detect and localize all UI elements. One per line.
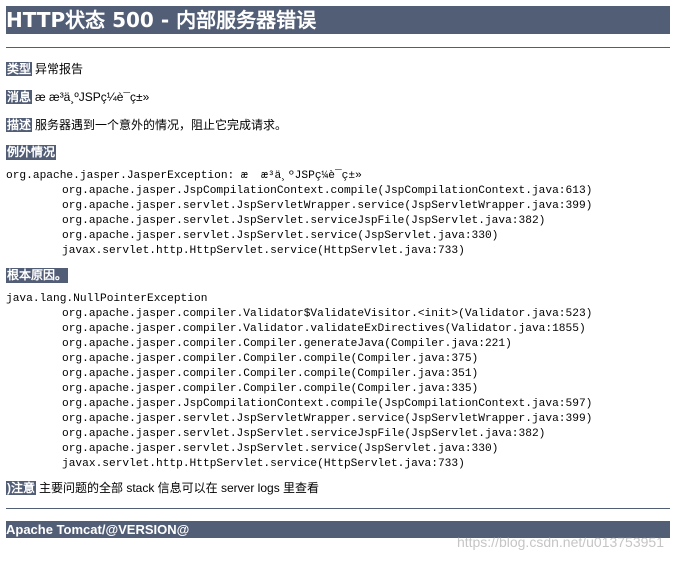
note-row: )注意 主要问题的全部 stack 信息可以在 server logs 里查看: [6, 480, 670, 496]
error-page: HTTP状态 500 - 内部服务器错误 类型 异常报告 消息 æ æ³ä¸ºJSP…: [6, 6, 670, 538]
message-row: 消息 æ æ³ä¸ºJSPç¼è¯ç±»: [6, 89, 670, 105]
exception-frame: org.apache.jasper.JspCompilationContext.…: [62, 185, 593, 197]
page-title: HTTP状态 500 - 内部服务器错误: [6, 6, 670, 34]
root-cause-label: 根本原因。: [6, 268, 69, 283]
type-label: 类型: [6, 62, 33, 76]
root-cause-frame: org.apache.jasper.servlet.JspServlet.ser…: [62, 443, 499, 455]
type-value: 异常报告: [35, 62, 84, 76]
root-cause-frame: org.apache.jasper.compiler.Compiler.comp…: [62, 383, 479, 395]
root-cause-frame: org.apache.jasper.servlet.JspServletWrap…: [62, 413, 593, 425]
note-label: )注意: [6, 481, 36, 495]
root-cause-frame: org.apache.jasper.compiler.Validator$Val…: [62, 308, 593, 320]
root-cause-trace[interactable]: java.lang.NullPointerException org.apache…: [6, 292, 670, 472]
root-cause-frame: org.apache.jasper.compiler.Compiler.gene…: [62, 338, 512, 350]
message-label: 消息: [6, 90, 33, 104]
root-cause-frame: org.apache.jasper.JspCompilationContext.…: [62, 398, 593, 410]
exception-frame: org.apache.jasper.servlet.JspServlet.ser…: [62, 230, 499, 242]
exception-frame: org.apache.jasper.servlet.JspServletWrap…: [62, 200, 593, 212]
root-cause-frame: org.apache.jasper.compiler.Compiler.comp…: [62, 353, 479, 365]
watermark-text: https://blog.csdn.net/u013753951: [456, 534, 664, 550]
exception-frame: javax.servlet.http.HttpServlet.service(H…: [62, 245, 465, 257]
root-cause-frame: org.apache.jasper.servlet.JspServlet.ser…: [62, 428, 546, 440]
root-cause-frame: org.apache.jasper.compiler.Validator.val…: [62, 323, 586, 335]
divider-top: [6, 47, 670, 48]
exception-label: 例外情况: [6, 145, 57, 160]
divider-bottom: [6, 508, 670, 509]
description-value: 服务器遇到一个意外的情况，阻止它完成请求。: [35, 118, 288, 132]
description-row: 描述 服务器遇到一个意外的情况，阻止它完成请求。: [6, 117, 670, 133]
exception-trace[interactable]: org.apache.jasper.JasperException: æ æ³ä…: [6, 169, 670, 259]
root-cause-frame: org.apache.jasper.compiler.Compiler.comp…: [62, 368, 479, 380]
exception-first-line: org.apache.jasper.JasperException: æ æ³ä…: [6, 170, 362, 182]
type-row: 类型 异常报告: [6, 61, 670, 77]
message-value: æ æ³ä¸ºJSPç¼è¯ç±»: [35, 90, 150, 104]
root-cause-frame: javax.servlet.http.HttpServlet.service(H…: [62, 458, 465, 470]
root-cause-first-line: java.lang.NullPointerException: [6, 293, 208, 305]
note-value: 主要问题的全部 stack 信息可以在 server logs 里查看: [39, 481, 320, 495]
exception-frame: org.apache.jasper.servlet.JspServlet.ser…: [62, 215, 546, 227]
description-label: 描述: [6, 118, 33, 132]
